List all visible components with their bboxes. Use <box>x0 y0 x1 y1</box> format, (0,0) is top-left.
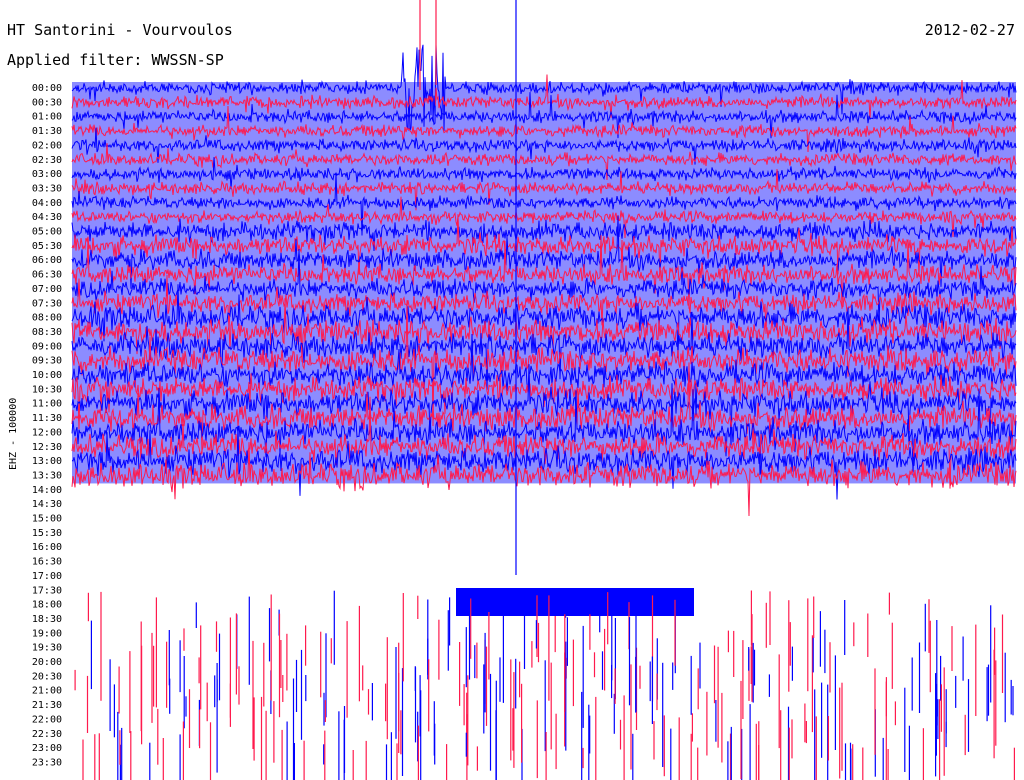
time-tick-labels: 00:00 00:30 01:00 01:30 02:00 02:30 03:00 03:30… <box>32 83 62 768</box>
tick-label: 03:00 <box>32 169 62 180</box>
tick-label: 17:00 <box>32 571 62 582</box>
tick-label: 01:00 <box>32 112 62 123</box>
tick-label: 00:00 <box>32 83 62 94</box>
tick-label: 22:30 <box>32 729 62 740</box>
tick-label: 20:30 <box>32 671 62 682</box>
tick-label: 12:30 <box>32 442 62 453</box>
tick-label: 15:30 <box>32 528 62 539</box>
tick-label: 23:00 <box>32 743 62 754</box>
tick-label: 11:00 <box>32 399 62 410</box>
tick-label: 14:30 <box>32 499 62 510</box>
tick-label: 05:00 <box>32 227 62 238</box>
tick-label: 04:30 <box>32 212 62 223</box>
tick-label: 15:00 <box>32 514 62 525</box>
tick-label: 08:00 <box>32 313 62 324</box>
tick-label: 16:00 <box>32 542 62 553</box>
y-axis-label: EHZ - 100000 <box>8 398 19 470</box>
tick-label: 13:30 <box>32 470 62 481</box>
tick-label: 07:00 <box>32 284 62 295</box>
filter-label: Applied filter: WWSSN-SP <box>7 51 224 69</box>
tick-label: 06:30 <box>32 270 62 281</box>
tick-label: 17:30 <box>32 585 62 596</box>
tick-label: 20:00 <box>32 657 62 668</box>
tick-label: 13:00 <box>32 456 62 467</box>
tick-label: 01:30 <box>32 126 62 137</box>
tick-label: 08:30 <box>32 327 62 338</box>
tick-label: 22:00 <box>32 714 62 725</box>
trace-layer <box>71 0 1017 780</box>
tick-label: 02:30 <box>32 155 62 166</box>
tick-label: 21:00 <box>32 686 62 697</box>
tick-label: 07:30 <box>32 298 62 309</box>
trace-band <box>456 588 694 616</box>
trace-fill <box>72 82 1016 484</box>
tick-label: 00:30 <box>32 97 62 108</box>
tick-label: 19:00 <box>32 628 62 639</box>
tick-label: 18:00 <box>32 600 62 611</box>
tick-label: 10:00 <box>32 370 62 381</box>
tick-label: 05:30 <box>32 241 62 252</box>
tick-label: 10:30 <box>32 384 62 395</box>
tick-label: 19:30 <box>32 643 62 654</box>
tick-label: 04:00 <box>32 198 62 209</box>
tick-label: 18:30 <box>32 614 62 625</box>
tick-label: 09:30 <box>32 356 62 367</box>
tick-label: 21:30 <box>32 700 62 711</box>
tick-label: 06:00 <box>32 255 62 266</box>
helicorder-plot: 00:00 00:30 01:00 01:30 02:00 02:30 03:00 03:30… <box>8 0 1017 780</box>
tick-label: 02:00 <box>32 140 62 151</box>
tick-label: 03:30 <box>32 183 62 194</box>
tick-label: 14:00 <box>32 485 62 496</box>
tick-label: 23:30 <box>32 757 62 768</box>
tick-label: 09:00 <box>32 341 62 352</box>
tick-label: 16:30 <box>32 557 62 568</box>
tick-label: 11:30 <box>32 413 62 424</box>
tick-label: 12:00 <box>32 427 62 438</box>
